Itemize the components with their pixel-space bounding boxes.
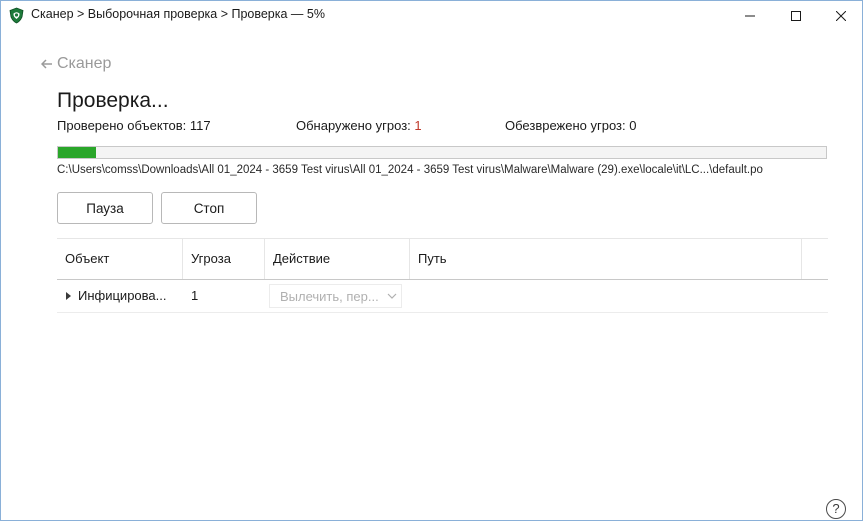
help-button[interactable]: ? — [826, 499, 846, 519]
checked-objects-value: 117 — [189, 118, 211, 133]
window-title: Сканер > Выборочная проверка > Проверка … — [31, 7, 325, 21]
column-header-object[interactable]: Объект — [57, 239, 183, 279]
stop-button[interactable]: Стоп — [161, 192, 257, 224]
checked-objects-label: Проверено объектов: — [57, 118, 187, 133]
column-header-action[interactable]: Действие — [265, 239, 410, 279]
page-title: Проверка... — [57, 89, 169, 112]
found-threats-value: 1 — [414, 118, 422, 133]
arrow-left-icon — [41, 59, 52, 69]
pause-button[interactable]: Пауза — [57, 192, 153, 224]
column-header-path[interactable]: Путь — [410, 239, 802, 279]
neutralized-threats-value: 0 — [629, 118, 637, 133]
row-action-dropdown[interactable]: Вылечить, пер... — [269, 284, 402, 308]
expand-row-toggle[interactable] — [63, 280, 73, 312]
threats-table: Объект Угроза Действие Путь Инфицирова..… — [57, 238, 828, 313]
back-link-label: Сканер — [57, 55, 112, 72]
maximize-button[interactable] — [773, 1, 818, 30]
chevron-down-icon — [387, 293, 397, 299]
current-scan-path: C:\Users\comss\Downloads\All 01_2024 - 3… — [57, 164, 763, 176]
app-window: Сканер > Выборочная проверка > Проверка … — [0, 0, 863, 521]
checked-objects-stat: Проверено объектов: 117 — [57, 118, 211, 133]
table-header: Объект Угроза Действие Путь — [57, 238, 828, 280]
scan-progress-bar — [57, 146, 827, 159]
row-action-value: Вылечить, пер... — [280, 289, 379, 304]
close-icon — [835, 10, 846, 21]
title-bar: Сканер > Выборочная проверка > Проверка … — [1, 1, 862, 30]
maximize-icon — [790, 10, 801, 21]
table-row[interactable]: Инфицирова... 1 Вылечить, пер... — [57, 280, 828, 313]
minimize-icon — [744, 15, 755, 16]
row-threat-count: 1 — [191, 288, 199, 303]
minimize-button[interactable] — [727, 1, 772, 30]
kaspersky-shield-icon — [9, 7, 24, 24]
found-threats-stat: Обнаружено угроз: 1 — [296, 118, 422, 133]
found-threats-label: Обнаружено угроз: — [296, 118, 411, 133]
scan-progress-fill — [58, 147, 97, 158]
neutralized-threats-stat: Обезврежено угроз: 0 — [505, 118, 636, 133]
back-link[interactable]: Сканер — [41, 55, 111, 73]
column-header-threat[interactable]: Угроза — [183, 239, 265, 279]
neutralized-threats-label: Обезврежено угроз: — [505, 118, 626, 133]
caret-right-icon — [65, 292, 71, 300]
row-object: Инфицирова... — [78, 288, 167, 303]
close-button[interactable] — [818, 1, 863, 30]
